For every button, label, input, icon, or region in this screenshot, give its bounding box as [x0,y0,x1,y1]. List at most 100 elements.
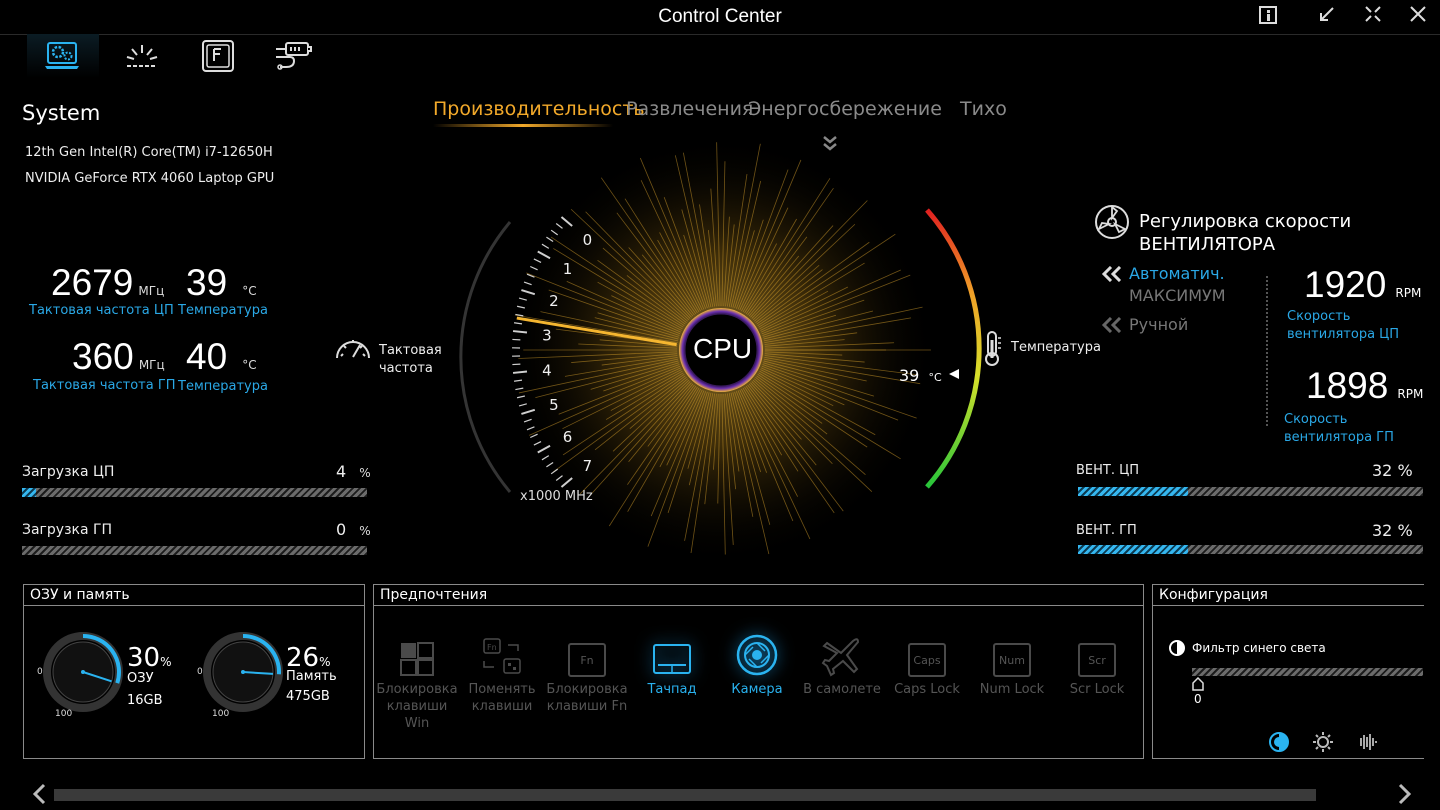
tab-system[interactable] [27,34,99,78]
info-button[interactable] [1254,4,1282,28]
gpu-temp-unit: °C [242,358,257,372]
storage-size: 475GB [286,689,330,704]
mode-active-underline [433,124,613,127]
ram-label: ОЗУ [127,671,154,686]
gpu-clock-unit: МГц [138,358,165,372]
swap-keys-icon: Fn [461,633,543,677]
scale-label: 4 [542,362,552,380]
cpu-load-value: 4 [336,462,347,481]
cpu-fan-percent-unit: % [1397,461,1413,480]
ram-percent-unit: % [160,655,172,669]
keycap: Num [993,643,1031,677]
gpu-fan-label: ВЕНТ. ГП [1076,523,1137,538]
chevron-right-icon [1398,783,1412,805]
cpu-temp-label: Температура [178,303,268,318]
gpu-fan-speed-label: Скорость вентилятора ГП [1284,412,1394,445]
fan-auto-label[interactable]: Автоматич. [1129,264,1225,283]
scale-label: 1 [563,260,573,278]
system-title: System [22,101,101,125]
maximize-button[interactable] [1359,4,1387,28]
pref-label: Камера [731,682,783,697]
tab-battery[interactable] [258,34,330,78]
blue-light-slider[interactable] [1192,668,1423,676]
cpu-fan-speed-label: Скорость вентилятора ЦП [1287,309,1400,342]
scroll-lock-icon: Scr [1056,633,1138,677]
info-icon [1259,6,1277,24]
pref-label: Num Lock [979,682,1045,697]
keycap: Fn [568,643,606,677]
clock-scale-track [459,221,512,493]
contrast-icon [1269,732,1289,752]
caps-lock-icon: Caps [886,633,968,677]
pref-scroll-lock[interactable]: Scr Scr Lock [1056,633,1138,732]
pref-fn-lock[interactable]: Fn Блокировка клавиши Fn [546,633,628,732]
storage-percent-unit: % [319,655,331,669]
gpu-fan-bar [1078,545,1423,554]
gpu-fan-rpm-readout: 1898 RPM [1306,365,1423,407]
audio-button[interactable] [1356,731,1378,757]
scroll-left-button[interactable] [30,783,50,809]
mode-power-saving[interactable]: Энергосбережение [748,98,942,120]
pref-win-lock[interactable]: Блокировка клавиши Win [376,633,458,732]
fan-auto-option[interactable] [1101,265,1123,286]
camera-icon [716,633,798,677]
cpu-fan-bar [1078,487,1423,496]
scale-label: 5 [549,396,559,414]
temperature-gauge-label: Температура [1011,340,1101,355]
cpu-fan-label: ВЕНТ. ЦП [1076,463,1139,478]
brightness-icon [1313,732,1333,752]
pref-caps-lock[interactable]: Caps Caps Lock [886,633,968,732]
pref-num-lock[interactable]: Num Num Lock [971,633,1053,732]
keycap: Caps [908,643,946,677]
pref-camera[interactable]: Камера [716,633,798,732]
fan-manual-label[interactable]: Ручной [1129,315,1188,334]
fan-title: Регулировка скорости ВЕНТИЛЯТОРА [1139,210,1351,256]
memory-panel-title: ОЗУ и память [24,585,364,606]
gauge-temp-value: 39 [899,366,920,385]
pref-touchpad[interactable]: Тачпад [631,633,713,732]
chevron-left-icon [32,783,46,805]
close-button[interactable] [1404,4,1432,28]
gpu-fan-percent-readout: 32 % [1372,521,1413,540]
pref-airplane[interactable]: В самолете [801,633,883,732]
pref-label: Тачпад [647,682,697,697]
gpu-name: NVIDIA GeForce RTX 4060 Laptop GPU [25,171,275,186]
fan-manual-option[interactable] [1101,316,1123,337]
minimize-button[interactable] [1313,4,1341,28]
display-mode-button[interactable] [1268,731,1290,757]
speedometer-icon [334,332,372,366]
gpu-load-unit: % [359,524,371,538]
configuration-panel-title: Конфигурация [1153,585,1424,606]
fan-icon [1093,203,1131,245]
cpu-temp-unit: °C [242,284,257,298]
sound-wave-icon [1360,734,1377,750]
tab-lighting[interactable] [106,34,178,78]
clock-gauge-label: Тактовая частота [379,343,442,376]
gpu-fan-rpm-unit: RPM [1397,387,1424,401]
fan-max-label[interactable]: МАКСИМУМ [1129,286,1226,305]
fn-lock-icon: Fn [546,633,628,677]
cpu-fan-percent-value: 32 [1372,461,1393,480]
mode-performance[interactable]: Производительность [433,98,645,120]
ram-percent-value: 30 [127,643,161,673]
pref-swap-keys[interactable]: Fn Поменять клавиши [461,633,543,732]
mode-quiet[interactable]: Тихо [960,98,1007,120]
tab-fn-keys[interactable] [182,34,254,78]
horizontal-scrollbar[interactable] [54,789,1316,801]
expand-icon [1365,6,1381,22]
double-chevron-left-icon [1101,316,1122,334]
preferences-list: Блокировка клавиши Win Fn Поменять клавиши… [376,633,1138,732]
scale-label: 3 [542,326,552,344]
gpu-load-readout: 0 % [336,520,371,539]
close-icon [1410,6,1426,22]
mode-entertainment[interactable]: Развлечения [626,98,753,120]
brightness-button[interactable] [1312,731,1334,757]
cpu-temp-readout: 39 °C [186,262,257,304]
scroll-right-button[interactable] [1394,783,1414,809]
storage-dial-max: 100 [212,709,230,719]
svg-text:Fn: Fn [487,643,497,652]
ram-dial-min: 0 [37,667,43,677]
fn-key-icon [202,40,234,72]
pref-label: В самолете [803,682,881,697]
pref-label: Поменять клавиши [468,682,536,714]
